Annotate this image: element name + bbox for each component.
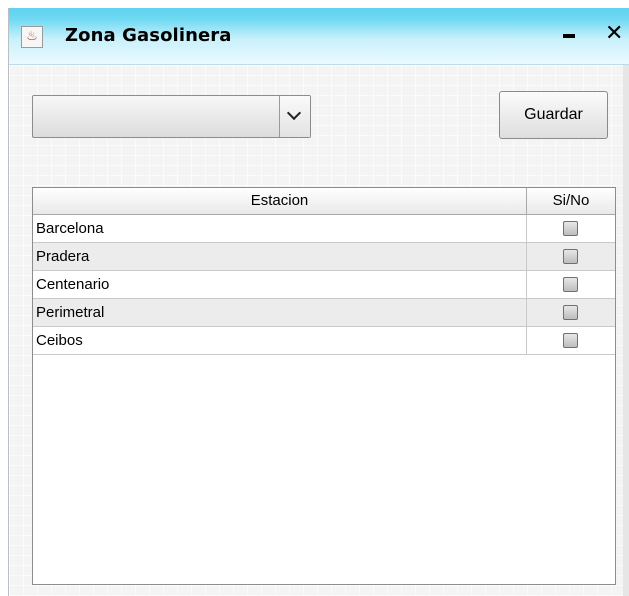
window-title: Zona Gasolinera: [65, 25, 232, 46]
combo-dropdown-button[interactable]: [279, 96, 310, 137]
station-checkbox[interactable]: [563, 305, 578, 320]
app-window: ♨ Zona Gasolinera ✕ Guardar Estacion Si/…: [8, 8, 629, 596]
table-row[interactable]: Ceibos: [33, 327, 615, 355]
station-name-cell: Centenario: [36, 276, 110, 293]
station-name-cell: Barcelona: [36, 220, 104, 237]
content-panel: Guardar Estacion Si/No Barcelona Pradera…: [9, 65, 629, 596]
column-header-si-no[interactable]: Si/No: [527, 188, 615, 214]
station-combobox[interactable]: [32, 95, 311, 138]
station-checkbox[interactable]: [563, 277, 578, 292]
cell-divider: [526, 271, 527, 298]
table-header: Estacion Si/No: [33, 188, 615, 215]
table-row[interactable]: Pradera: [33, 243, 615, 271]
title-bar[interactable]: ♨ Zona Gasolinera ✕: [9, 8, 629, 65]
table-row[interactable]: Perimetral: [33, 299, 615, 327]
table-row[interactable]: Barcelona: [33, 215, 615, 243]
station-checkbox[interactable]: [563, 221, 578, 236]
java-cup-icon: ♨: [21, 26, 43, 48]
chevron-down-icon: [286, 105, 302, 121]
stations-table[interactable]: Estacion Si/No Barcelona Pradera Centena…: [32, 187, 616, 585]
station-name-cell: Pradera: [36, 248, 90, 265]
cell-divider: [526, 243, 527, 270]
cell-divider: [526, 299, 527, 326]
table-row[interactable]: Centenario: [33, 271, 615, 299]
column-header-estacion[interactable]: Estacion: [33, 188, 527, 214]
station-name-cell: Perimetral: [36, 304, 105, 321]
close-button[interactable]: ✕: [605, 23, 623, 45]
station-checkbox[interactable]: [563, 333, 578, 348]
cell-divider: [526, 215, 527, 242]
right-border: [623, 65, 629, 596]
station-checkbox[interactable]: [563, 249, 578, 264]
save-button[interactable]: Guardar: [499, 91, 608, 139]
minimize-button[interactable]: [563, 34, 575, 38]
cell-divider: [526, 327, 527, 354]
station-name-cell: Ceibos: [36, 332, 83, 349]
